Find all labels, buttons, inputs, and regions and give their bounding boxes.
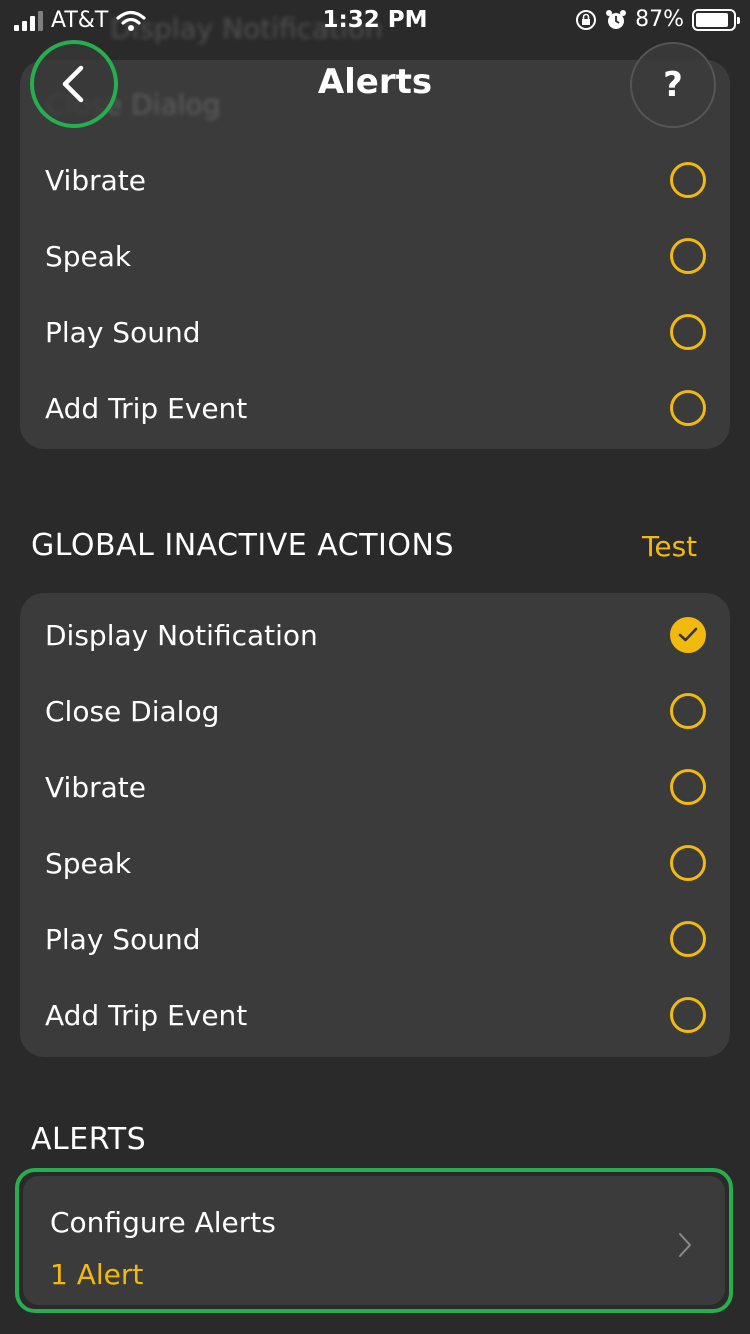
row-label: Vibrate xyxy=(45,770,146,804)
status-bar: AT&T 1:32 PM 87% xyxy=(0,0,750,40)
list-item-speak[interactable]: Speak xyxy=(20,825,730,901)
navigation-header: Display Notification Close Dialog Alerts… xyxy=(0,12,750,130)
configure-alerts-label: Configure Alerts xyxy=(50,1206,276,1239)
list-item-add-trip-event[interactable]: Add Trip Event xyxy=(20,370,730,446)
status-right: 87% xyxy=(575,7,740,32)
global-inactive-actions-card: Display Notification Close Dialog Vibrat… xyxy=(20,593,730,1057)
test-button[interactable]: Test xyxy=(642,530,697,563)
list-item-display-notification[interactable]: Display Notification xyxy=(20,597,730,673)
row-label: Play Sound xyxy=(45,922,201,956)
radio-unchecked-icon[interactable] xyxy=(670,314,706,350)
help-button[interactable]: ? xyxy=(630,42,716,128)
list-item-add-trip-event[interactable]: Add Trip Event xyxy=(20,977,730,1053)
configure-alerts-inner: Configure Alerts 1 Alert xyxy=(23,1176,725,1305)
section-title-global-inactive: GLOBAL INACTIVE ACTIONS xyxy=(31,528,454,563)
row-label: Add Trip Event xyxy=(45,998,248,1032)
battery-icon xyxy=(692,8,740,31)
row-label: Display Notification xyxy=(45,618,318,652)
row-label: Play Sound xyxy=(45,315,201,349)
list-item-speak[interactable]: Speak xyxy=(20,218,730,294)
row-label: Add Trip Event xyxy=(45,391,248,425)
row-label: Speak xyxy=(45,846,132,880)
orientation-lock-icon xyxy=(576,9,597,30)
radio-unchecked-icon[interactable] xyxy=(670,921,706,957)
row-label: Speak xyxy=(45,239,132,273)
list-item-close-dialog[interactable]: Close Dialog xyxy=(20,673,730,749)
row-label: Close Dialog xyxy=(45,694,220,728)
radio-unchecked-icon[interactable] xyxy=(670,845,706,881)
row-label: Vibrate xyxy=(45,163,146,197)
section-title-alerts: ALERTS xyxy=(31,1122,147,1157)
list-item-play-sound[interactable]: Play Sound xyxy=(20,294,730,370)
battery-percentage: 87% xyxy=(635,7,684,32)
checkmark-icon[interactable] xyxy=(670,617,706,653)
configure-alerts-button[interactable]: Configure Alerts 1 Alert xyxy=(15,1168,733,1313)
list-item-play-sound[interactable]: Play Sound xyxy=(20,901,730,977)
radio-unchecked-icon[interactable] xyxy=(670,238,706,274)
list-item-vibrate[interactable]: Vibrate xyxy=(20,749,730,825)
alarm-clock-icon xyxy=(606,9,627,29)
radio-unchecked-icon[interactable] xyxy=(670,162,706,198)
radio-unchecked-icon[interactable] xyxy=(670,390,706,426)
alert-count-label: 1 Alert xyxy=(50,1258,144,1291)
radio-unchecked-icon[interactable] xyxy=(670,769,706,805)
list-item-vibrate[interactable]: Vibrate xyxy=(20,142,730,218)
radio-unchecked-icon[interactable] xyxy=(670,693,706,729)
alerts-screen: AT&T 1:32 PM 87% Display Notification Cl… xyxy=(0,0,750,1334)
chevron-right-icon xyxy=(679,1233,691,1257)
radio-unchecked-icon[interactable] xyxy=(670,997,706,1033)
